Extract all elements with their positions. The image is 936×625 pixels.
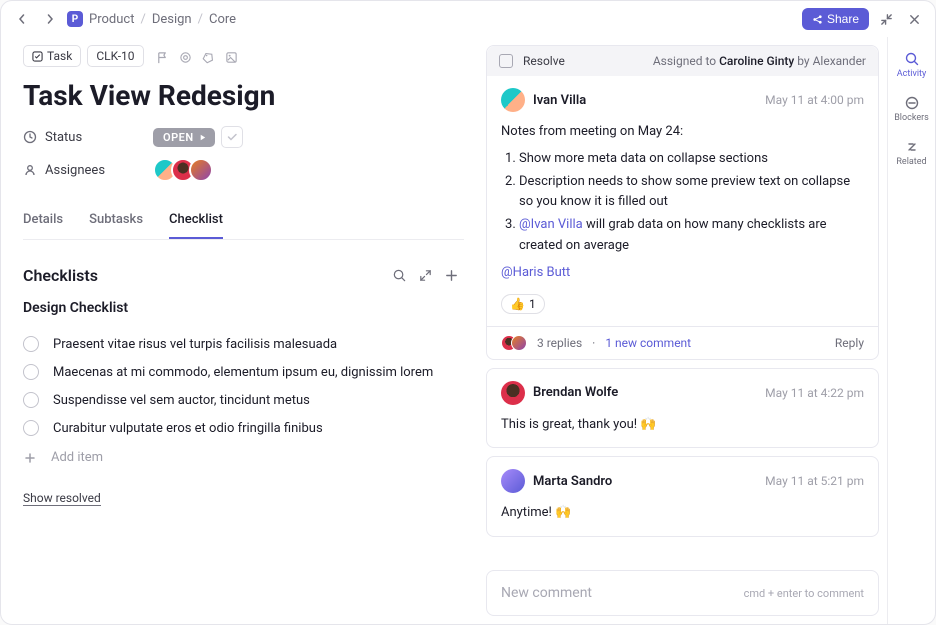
- avatar: [501, 381, 525, 405]
- comment-body: This is great, thank you! 🙌: [501, 415, 864, 436]
- checklist-item: Praesent vitae risus vel turpis facilisi…: [23, 330, 464, 358]
- reply-avatars: [501, 335, 527, 351]
- status-value: OPEN: [163, 131, 194, 144]
- checklist-item: Maecenas at mi commodo, elementum ipsum …: [23, 358, 464, 386]
- comment-author: Marta Sandro: [533, 474, 612, 489]
- crumb-product[interactable]: Product: [89, 12, 134, 27]
- comment: Brendan Wolfe May 11 at 4:22 pm This is …: [486, 368, 879, 449]
- share-button[interactable]: Share: [802, 8, 869, 30]
- product-icon: P: [67, 11, 83, 27]
- comment-author: Brendan Wolfe: [533, 385, 618, 400]
- collapse-icon[interactable]: [875, 8, 897, 30]
- comment-thread: Resolve Assigned to Caroline Ginty by Al…: [486, 45, 879, 360]
- flag-icon[interactable]: [156, 47, 169, 66]
- checklist-item-text: Suspendisse vel sem auctor, tincidunt me…: [53, 393, 310, 408]
- assignees-label: Assignees: [23, 163, 153, 178]
- check-icon: [226, 131, 238, 143]
- checklists-heading: Checklists: [23, 266, 386, 285]
- task-type-chip[interactable]: Task: [23, 45, 81, 67]
- close-icon[interactable]: [903, 8, 925, 30]
- checklist-checkbox[interactable]: [23, 420, 39, 436]
- avatar: [189, 158, 213, 182]
- mention[interactable]: @Ivan Villa: [519, 217, 583, 232]
- checklist-item-text: Curabitur vulputate eros et odio fringil…: [53, 421, 323, 436]
- search-icon[interactable]: [386, 262, 412, 288]
- related-icon: [904, 139, 920, 155]
- nav-back[interactable]: [11, 8, 33, 30]
- avatar: [501, 469, 525, 493]
- comment-time: May 11 at 4:00 pm: [765, 93, 864, 107]
- avatar: [501, 88, 525, 112]
- tab-details[interactable]: Details: [23, 202, 63, 239]
- status-label: Status: [23, 130, 153, 145]
- checklist-item-text: Maecenas at mi commodo, elementum ipsum …: [53, 365, 433, 380]
- rail-related[interactable]: Related: [889, 131, 935, 175]
- status-complete-button[interactable]: [221, 126, 243, 148]
- person-icon: [23, 163, 37, 178]
- comment: Marta Sandro May 11 at 5:21 pm Anytime! …: [486, 456, 879, 537]
- comment-body: Notes from meeting on May 24: Show more …: [501, 122, 864, 284]
- comment-body: Anytime! 🙌: [501, 503, 864, 524]
- mention[interactable]: @Haris Butt: [501, 265, 570, 280]
- share-icon: [812, 14, 823, 25]
- share-label: Share: [827, 12, 859, 26]
- rail-label: Activity: [897, 69, 926, 79]
- activity-panel: Resolve Assigned to Caroline Ginty by Al…: [486, 37, 887, 624]
- rail-blockers[interactable]: Blockers: [889, 87, 935, 131]
- checklist-item: Suspendisse vel sem auctor, tincidunt me…: [23, 386, 464, 414]
- task-id-label: CLK-10: [96, 49, 134, 63]
- comment-author: Ivan Villa: [533, 93, 586, 108]
- checklist-checkbox[interactable]: [23, 364, 39, 380]
- add-checklist-icon[interactable]: [438, 262, 464, 288]
- replies-count[interactable]: 3 replies: [537, 336, 582, 350]
- assignee-avatars[interactable]: [153, 158, 213, 182]
- task-type-label: Task: [47, 49, 72, 63]
- task-id-chip[interactable]: CLK-10: [87, 45, 143, 67]
- tab-subtasks[interactable]: Subtasks: [89, 202, 143, 239]
- nav-forward[interactable]: [39, 8, 61, 30]
- add-checklist-item[interactable]: Add item: [23, 442, 464, 473]
- target-icon[interactable]: [179, 47, 192, 66]
- image-icon[interactable]: [225, 47, 238, 66]
- resolve-label: Resolve: [523, 54, 565, 68]
- comment-time: May 11 at 4:22 pm: [765, 386, 864, 400]
- crumb-design[interactable]: Design: [152, 12, 192, 27]
- checklist-checkbox[interactable]: [23, 392, 39, 408]
- rail-label: Blockers: [894, 113, 929, 123]
- reply-button[interactable]: Reply: [835, 336, 864, 350]
- breadcrumb: P Product / Design / Core: [67, 11, 236, 27]
- checklist-item-text: Praesent vitae risus vel turpis facilisi…: [53, 337, 337, 352]
- task-icon: [32, 51, 43, 62]
- activity-icon: [904, 51, 920, 67]
- expand-icon[interactable]: [412, 262, 438, 288]
- status-badge[interactable]: OPEN: [153, 128, 215, 147]
- resolve-checkbox[interactable]: [499, 54, 513, 68]
- crumb-core[interactable]: Core: [209, 12, 236, 27]
- comment-composer[interactable]: New comment cmd + enter to comment: [486, 570, 879, 616]
- composer-placeholder: New comment: [501, 585, 592, 601]
- comment-time: May 11 at 5:21 pm: [765, 474, 864, 488]
- task-detail-pane: Task CLK-10 Task View Redesign Status: [1, 37, 486, 624]
- rail-label: Related: [896, 157, 926, 167]
- reaction-chip[interactable]: 👍 1: [501, 294, 545, 314]
- status-icon: [23, 130, 37, 145]
- plus-icon: [23, 451, 37, 465]
- reaction-count: 1: [529, 297, 536, 311]
- checklist-item: Curabitur vulputate eros et odio fringil…: [23, 414, 464, 442]
- assignment-info: Assigned to Caroline Ginty by Alexander: [653, 54, 866, 68]
- new-comment-indicator[interactable]: 1 new comment: [605, 336, 691, 350]
- right-rail: Activity Blockers Related: [887, 37, 935, 624]
- composer-hint: cmd + enter to comment: [744, 587, 864, 600]
- task-title: Task View Redesign: [23, 79, 464, 112]
- checklist-checkbox[interactable]: [23, 336, 39, 352]
- tag-icon[interactable]: [202, 47, 215, 66]
- blockers-icon: [904, 95, 920, 111]
- rail-activity[interactable]: Activity: [889, 43, 935, 87]
- play-icon: [198, 133, 207, 142]
- add-item-label: Add item: [51, 450, 103, 465]
- reaction-emoji: 👍: [510, 297, 525, 311]
- checklist-title: Design Checklist: [23, 300, 464, 316]
- tab-checklist[interactable]: Checklist: [169, 202, 223, 239]
- show-resolved-link[interactable]: Show resolved: [23, 491, 101, 506]
